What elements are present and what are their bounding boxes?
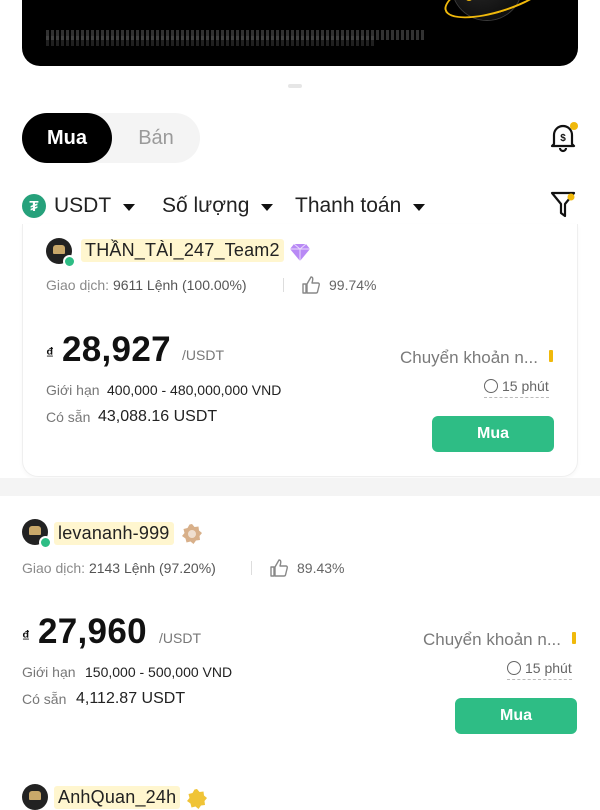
trade-stats: Giao dịch: 2143 Lệnh (97.20%) bbox=[22, 560, 216, 576]
bronze-badge-icon bbox=[182, 524, 202, 544]
limit-value: 150,000 - 500,000 VND bbox=[85, 664, 233, 680]
asset-label: USDT bbox=[54, 194, 112, 217]
divider bbox=[283, 278, 284, 292]
payment-filter[interactable]: Thanh toán bbox=[295, 186, 426, 226]
filter-bar: ₮ USDT Số lượng Thanh toán bbox=[22, 186, 582, 226]
time-limit-value: 15 phút bbox=[502, 378, 549, 394]
available-label: Có sẵn bbox=[46, 409, 91, 425]
tether-icon: ₮ bbox=[22, 194, 46, 218]
price-alert-bell-icon[interactable]: $ bbox=[546, 120, 580, 154]
buy-sell-toggle: Mua Bán bbox=[22, 113, 200, 163]
positive-rate: 99.74% bbox=[329, 277, 377, 293]
payment-method-color-bar bbox=[549, 350, 553, 362]
payment-time-limit: 15 phút bbox=[507, 660, 572, 680]
currency-symbol: ₫ bbox=[46, 345, 54, 362]
payment-method-color-bar bbox=[572, 632, 576, 644]
payment-method[interactable]: Chuyển khoản n... bbox=[400, 348, 538, 368]
price-unit: /USDT bbox=[159, 630, 201, 646]
thumbs-up-icon bbox=[270, 559, 288, 577]
amount-label: Số lượng bbox=[162, 194, 250, 217]
divider bbox=[251, 561, 252, 575]
trade-label: Giao dịch: bbox=[22, 560, 86, 576]
timer-icon bbox=[484, 379, 498, 393]
order-count: 9611 Lệnh bbox=[112, 277, 179, 293]
payment-method[interactable]: Chuyển khoản n... bbox=[423, 630, 561, 650]
currency-symbol: ₫ bbox=[22, 628, 30, 645]
trade-stats: Giao dịch: 9611 Lệnh (100.00%) bbox=[46, 277, 247, 293]
limit-value: 400,000 - 480,000,000 VND bbox=[107, 382, 282, 398]
limit-label: Giới hạn bbox=[46, 382, 100, 398]
merchant-name[interactable]: AnhQuan_24h bbox=[54, 786, 181, 809]
caret-down-icon bbox=[261, 203, 274, 211]
order-count: 2143 Lệnh bbox=[88, 560, 156, 576]
buy-button[interactable]: Mua bbox=[432, 416, 554, 452]
offer-price: 28,927 bbox=[62, 330, 171, 369]
completion-rate: (97.20%) bbox=[159, 560, 216, 576]
caret-down-icon bbox=[123, 203, 136, 211]
diamond-badge-icon bbox=[290, 243, 310, 261]
payment-time-limit: 15 phút bbox=[484, 378, 549, 398]
online-status-dot bbox=[39, 536, 52, 549]
banner-fine-print-2 bbox=[46, 36, 376, 46]
merchant-name[interactable]: THẦN_TÀI_247_Team2 bbox=[81, 239, 284, 262]
asset-selector[interactable]: ₮ USDT bbox=[22, 186, 136, 226]
time-limit-value: 15 phút bbox=[525, 660, 572, 676]
available-label: Có sẵn bbox=[22, 691, 67, 707]
online-status-dot bbox=[63, 255, 76, 268]
limit-label: Giới hạn bbox=[22, 664, 76, 680]
payment-label: Thanh toán bbox=[295, 194, 402, 217]
offer-price: 27,960 bbox=[38, 612, 147, 651]
merchant-avatar[interactable] bbox=[22, 784, 48, 810]
buy-tab[interactable]: Mua bbox=[22, 113, 112, 163]
thumbs-up-icon bbox=[302, 276, 320, 294]
promo-banner[interactable] bbox=[22, 0, 578, 66]
svg-text:$: $ bbox=[560, 133, 566, 144]
section-divider bbox=[0, 478, 600, 496]
available-value: 43,088.16 USDT bbox=[98, 408, 218, 425]
price-unit: /USDT bbox=[182, 347, 224, 363]
caret-down-icon bbox=[413, 203, 426, 211]
completion-rate: (100.00%) bbox=[181, 277, 247, 293]
filter-funnel-icon[interactable] bbox=[550, 190, 576, 220]
gold-badge-icon bbox=[187, 789, 207, 809]
buy-button[interactable]: Mua bbox=[455, 698, 577, 734]
positive-rate: 89.43% bbox=[297, 560, 345, 576]
sell-tab[interactable]: Bán bbox=[112, 113, 200, 163]
merchant-name[interactable]: levananh-999 bbox=[54, 522, 174, 545]
trade-label: Giao dịch: bbox=[46, 277, 110, 293]
available-value: 4,112.87 USDT bbox=[76, 690, 186, 707]
timer-icon bbox=[507, 661, 521, 675]
carousel-indicator bbox=[288, 84, 302, 88]
amount-filter[interactable]: Số lượng bbox=[162, 186, 274, 226]
